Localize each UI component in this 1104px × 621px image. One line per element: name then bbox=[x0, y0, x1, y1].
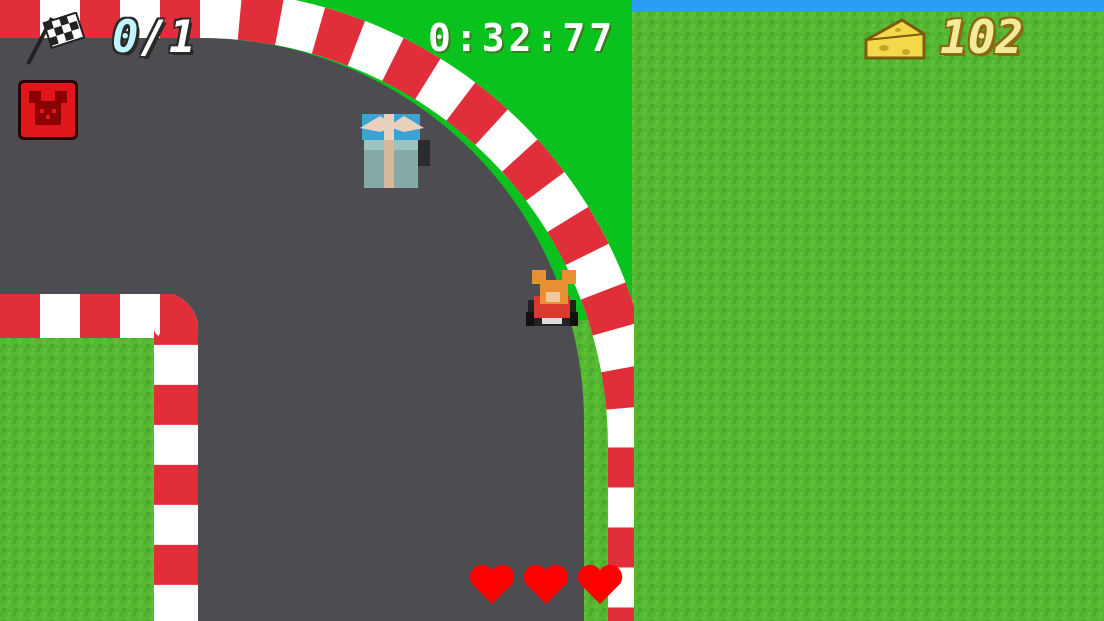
lap-separator: / bbox=[140, 12, 169, 63]
heart-icon bbox=[523, 564, 569, 604]
race-timer: 0:32:77 bbox=[428, 16, 617, 60]
right-grass bbox=[634, 12, 1104, 621]
lap-total: 1 bbox=[169, 12, 198, 63]
heart-icon bbox=[469, 564, 515, 604]
powerup-slot bbox=[18, 80, 78, 140]
checkered-flag-icon bbox=[26, 12, 86, 65]
health-hearts bbox=[468, 562, 624, 606]
inner-grass-lower bbox=[0, 340, 154, 621]
mouse-face-icon bbox=[29, 91, 67, 125]
lap-current: 0 bbox=[112, 12, 141, 63]
sky-strip bbox=[632, 0, 1104, 12]
heart-icon bbox=[577, 564, 623, 604]
cheese-count: 102 bbox=[940, 10, 1024, 64]
race-track-scene bbox=[0, 0, 1104, 621]
lap-counter: 0/1 bbox=[112, 12, 198, 63]
cheese-icon bbox=[864, 18, 926, 60]
